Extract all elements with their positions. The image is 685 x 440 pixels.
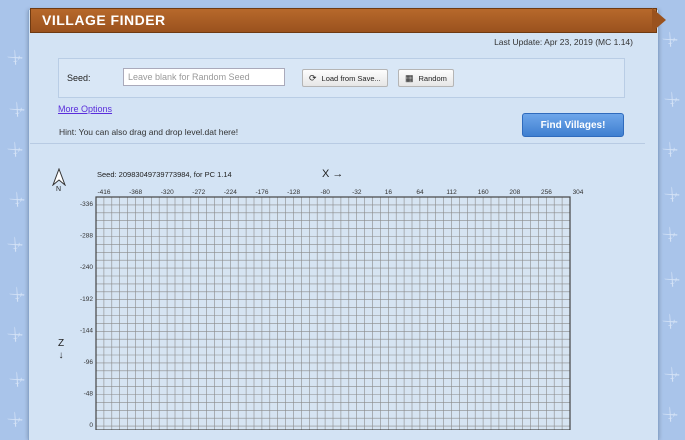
z-tick-label: -336: [80, 201, 93, 208]
z-tick-label: 0: [89, 422, 93, 429]
x-tick-label: -176: [255, 189, 268, 196]
x-tick-label: 256: [541, 189, 552, 196]
x-tick-label: -416: [97, 189, 110, 196]
x-tick-label: -368: [129, 189, 142, 196]
x-tick-label: 160: [478, 189, 489, 196]
z-tick-label: -192: [80, 296, 93, 303]
x-tick-label: -224: [224, 189, 237, 196]
x-tick-label: 208: [509, 189, 520, 196]
z-tick-label: -144: [80, 327, 93, 334]
x-tick-label: -128: [287, 189, 300, 196]
x-tick-label: 304: [573, 189, 584, 196]
x-tick-label: 112: [446, 189, 457, 196]
x-tick-label: -80: [320, 189, 330, 196]
x-tick-label: 16: [385, 189, 393, 196]
x-tick-label: 64: [416, 189, 424, 196]
x-tick-label: -272: [192, 189, 205, 196]
x-tick-label: -320: [161, 189, 174, 196]
z-tick-label: -48: [84, 391, 94, 398]
village-map[interactable]: -416 -368 -320 -272 -224 -176 -128 -80 -32 16 64 11…: [0, 0, 685, 430]
z-tick-label: -240: [80, 264, 93, 271]
x-tick-label: -32: [352, 189, 362, 196]
z-tick-label: -288: [80, 233, 93, 240]
z-tick-label: -96: [84, 359, 94, 366]
